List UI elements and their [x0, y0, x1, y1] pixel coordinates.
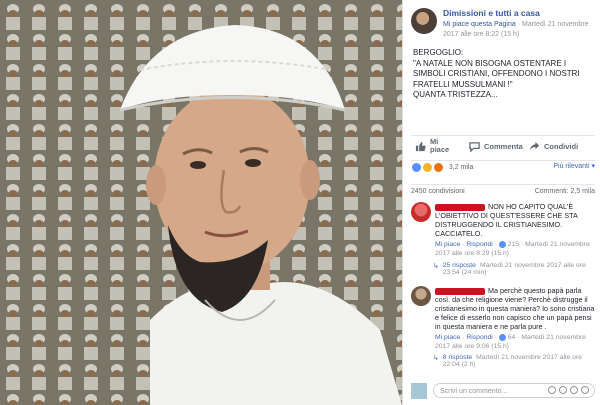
comment-meta: Mi piace · Rispondi · 215 · Martedì 21 n… [435, 240, 590, 257]
like-page-link[interactable]: Mi piace questa Pagina [443, 21, 516, 28]
post-actions: Mi piace Commenta Condividi [411, 135, 595, 161]
comment-reaction-count: 64 [507, 334, 516, 341]
gif-icon[interactable] [570, 386, 578, 394]
commenter-name-redacted[interactable] [435, 287, 485, 295]
post-meta: Mi piace questa Pagina · Martedì 21 nove… [443, 21, 589, 38]
comment-reply-link[interactable]: Rispondi [466, 241, 492, 248]
sticker-icon[interactable] [581, 386, 589, 394]
comment-body: Ma perchè questo papà parla così. da che… [435, 286, 595, 351]
comment-label: Commenta [484, 142, 523, 151]
like-reaction-icon [498, 333, 506, 341]
comment-like-link[interactable]: Mi piace [435, 334, 460, 341]
like-label-2: piace [430, 145, 450, 154]
view-replies-link[interactable]: ↳ 8 risposte Martedì 21 novembre 2017 all… [433, 354, 593, 368]
shares-count[interactable]: 2450 condivisioni [411, 188, 465, 195]
comment-like-link[interactable]: Mi piace [435, 241, 460, 248]
emoji-icon[interactable] [548, 386, 556, 394]
post-text: BERGOGLIO: "A NATALE NON BISOGNA OSTENTA… [413, 48, 580, 99]
like-reaction-icon [411, 162, 422, 173]
post-stats: 2450 condivisioni Commenti: 2,5 mila [411, 184, 595, 195]
camera-icon[interactable] [559, 386, 567, 394]
commenter-avatar[interactable] [411, 202, 431, 222]
commenter-name-redacted[interactable] [435, 203, 485, 211]
comment-reply-link[interactable]: Rispondi [466, 334, 492, 341]
page-name-link[interactable]: Dimissioni e tutti a casa [443, 8, 540, 18]
comments-count[interactable]: Commenti: 2,5 mila [535, 188, 595, 195]
view-replies-link[interactable]: ↳ 25 risposte Martedì 21 novembre 2017 al… [433, 262, 593, 276]
angry-reaction-icon [432, 162, 444, 173]
reactions-bar[interactable]: 3,2 mila Più rilevanti ▾ [411, 162, 595, 176]
reply-arrow-icon: ↳ [433, 355, 439, 362]
comment-icon [469, 142, 480, 152]
comment-tools [548, 386, 589, 394]
comment-body: NON HO CAPITO QUAL'È L'OBIETTIVO DI QUES… [435, 202, 595, 258]
commenter-avatar[interactable] [411, 286, 431, 306]
replies-count: 8 risposte [442, 354, 473, 361]
comment-meta: Mi piace · Rispondi · 64 · Martedì 21 no… [435, 333, 586, 350]
post-photo[interactable] [0, 0, 402, 405]
wow-reaction-icon [421, 162, 433, 173]
thumbs-up-icon [415, 141, 426, 151]
share-label: Condividi [544, 142, 579, 151]
post-panel: Dimissioni e tutti a casa Mi piace quest… [402, 0, 600, 405]
replies-count: 25 risposte [442, 262, 476, 269]
photo-illustration [0, 0, 402, 405]
post-header: Dimissioni e tutti a casa Mi piace quest… [411, 6, 597, 42]
comment-button[interactable]: Commenta [469, 141, 523, 152]
reply-arrow-icon: ↳ [433, 263, 439, 270]
comment-item: Ma perchè questo papà parla così. da che… [411, 286, 597, 354]
like-button[interactable]: Mi piace [415, 138, 449, 154]
reaction-count: 3,2 mila [448, 164, 474, 172]
user-avatar [411, 383, 427, 399]
sort-comments-dropdown[interactable]: Più rilevanti ▾ [553, 162, 595, 170]
comment-item: NON HO CAPITO QUAL'È L'OBIETTIVO DI QUES… [411, 202, 597, 262]
comment-reaction-count: 215 [507, 241, 520, 248]
share-button[interactable]: Condividi [529, 141, 578, 152]
like-reaction-icon [498, 240, 506, 248]
write-comment-row: Scrivi un commento... [411, 381, 597, 401]
share-icon [529, 141, 540, 151]
page-avatar[interactable] [411, 8, 437, 34]
